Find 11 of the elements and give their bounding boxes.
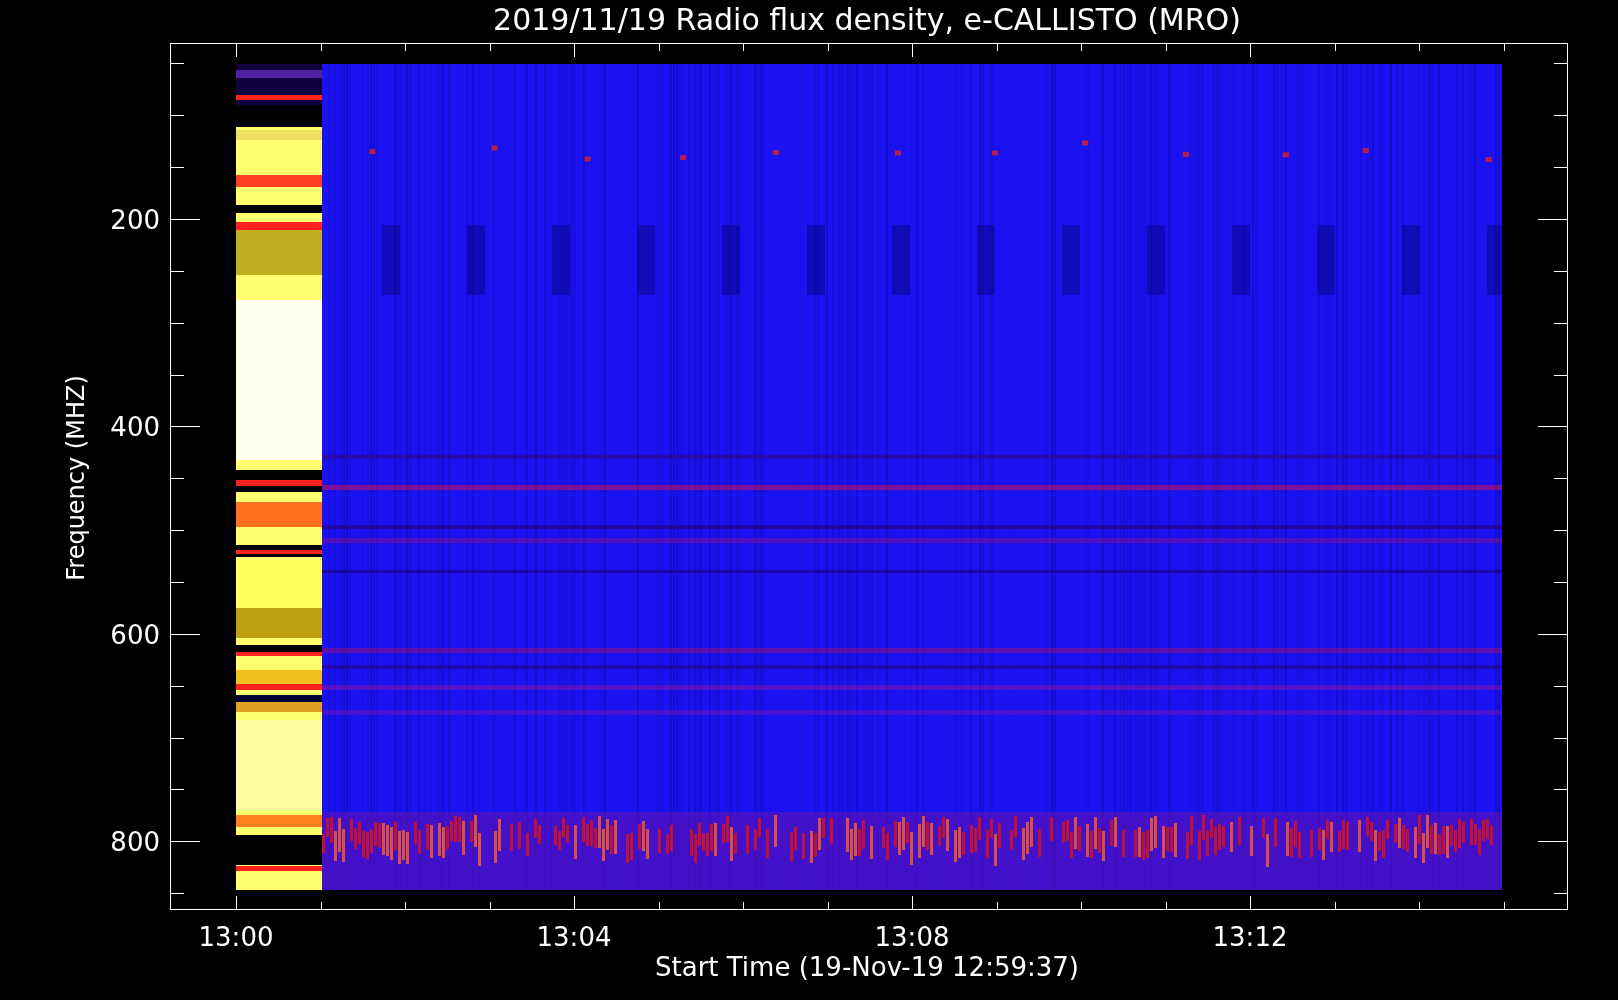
chart-title: 2019/11/19 Radio flux density, e-CALLISTO (MRO) bbox=[493, 2, 1241, 37]
axis-tick-label: 13:08 bbox=[874, 922, 950, 952]
x-axis-title: Start Time (19-Nov-19 12:59:37) bbox=[655, 952, 1079, 982]
axis-tick-label: 400 bbox=[110, 412, 160, 443]
y-axis-title: Frequency (MHZ) bbox=[62, 375, 90, 581]
axis-tick-label: 13:00 bbox=[198, 922, 274, 952]
axis-tick-label: 200 bbox=[110, 205, 160, 235]
axis-tick-label: 13:04 bbox=[536, 922, 612, 952]
axis-tick-label: 13:12 bbox=[1212, 922, 1288, 952]
axis-tick-label: 800 bbox=[110, 827, 160, 858]
axis-tick-label: 600 bbox=[110, 619, 160, 650]
